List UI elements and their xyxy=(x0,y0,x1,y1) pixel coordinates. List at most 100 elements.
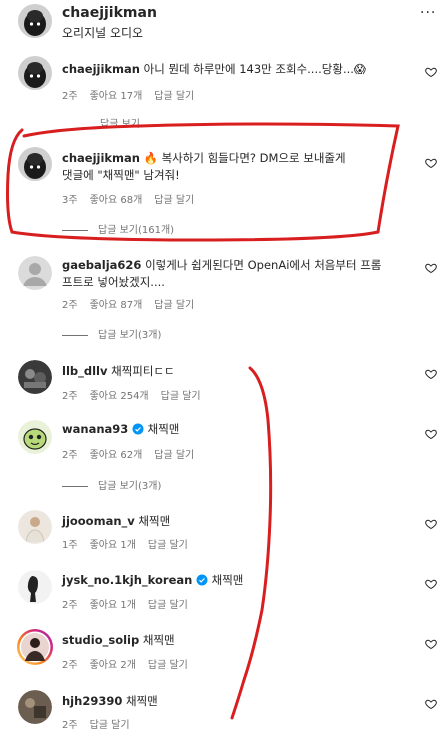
replies-divider xyxy=(62,229,88,231)
comment-age[interactable]: 3주 xyxy=(62,195,78,206)
comment-text: 채찍맨 xyxy=(211,573,244,587)
comment-text-line2: 댓글에 "채찍맨" 남겨줘! xyxy=(62,168,180,182)
comment-likes[interactable]: 좋아요 1개 xyxy=(90,600,136,611)
view-replies-link[interactable]: 답글 보기(161개) xyxy=(62,221,174,236)
reply-button[interactable]: 답글 달기 xyxy=(161,391,201,402)
comment-likes[interactable]: 좋아요 1개 xyxy=(90,540,136,551)
post-header: chaejjikman 오리지널 오디오 ··· xyxy=(0,0,446,48)
comment-likes[interactable]: 좋아요 87개 xyxy=(90,300,143,311)
comment-avatar[interactable] xyxy=(18,56,52,90)
comment-avatar[interactable] xyxy=(18,570,52,604)
comment-meta: 3주 좋아요 68개 답글 달기 xyxy=(62,191,206,206)
like-heart-icon[interactable] xyxy=(425,368,437,380)
reply-button[interactable]: 답글 달기 xyxy=(154,300,194,311)
comment-meta: 2주 좋아요 2개 답글 달기 xyxy=(62,656,200,671)
comment-username[interactable]: jjoooman_v xyxy=(62,514,135,528)
comment-text: 채찍피티ㄷㄷ xyxy=(111,364,175,378)
replies-divider xyxy=(62,334,88,336)
comment-text: 채찍맨 xyxy=(147,422,180,436)
comment-meta: 1주 좋아요 1개 답글 달기 xyxy=(62,536,200,551)
audio-label[interactable]: 오리지널 오디오 xyxy=(62,24,143,41)
comment-avatar[interactable] xyxy=(18,510,52,544)
comment-body: wanana93 채찍맨 xyxy=(62,421,402,438)
reply-button[interactable]: 답글 달기 xyxy=(154,91,194,102)
comment-username[interactable]: wanana93 xyxy=(62,422,128,436)
comment-text: 아니 뭔데 하루만에 143만 조회수....당황...😱 xyxy=(143,62,366,76)
default-avatar-icon[interactable] xyxy=(18,256,52,290)
view-replies-link[interactable]: 답글 보기 xyxy=(100,115,140,130)
comment-text: 채찍맨 xyxy=(138,514,171,528)
like-heart-icon[interactable] xyxy=(425,638,437,650)
reply-button[interactable]: 답글 달기 xyxy=(154,195,194,206)
comment-meta: 2주 좋아요 1개 답글 달기 xyxy=(62,596,200,611)
comment-text-line1: 🔥 복사하기 힘들다면? DM으로 보내줄게 xyxy=(143,151,346,165)
comment-likes[interactable]: 좋아요 68개 xyxy=(90,195,143,206)
comment-username[interactable]: studio_solip xyxy=(62,633,139,647)
comment-age[interactable]: 1주 xyxy=(62,540,78,551)
view-replies-label: 답글 보기(161개) xyxy=(98,225,175,236)
comment-body: llb_dllv 채찍피티ㄷㄷ xyxy=(62,363,402,380)
view-replies-link[interactable]: 답글 보기(3개) xyxy=(62,326,161,341)
comment-age[interactable]: 2주 xyxy=(62,391,78,402)
like-heart-icon[interactable] xyxy=(425,157,437,169)
comment-body: chaejjikman 아니 뭔데 하루만에 143만 조회수....당황...… xyxy=(62,61,402,78)
reply-button[interactable]: 답글 달기 xyxy=(90,720,130,731)
comment-meta: 2주 답글 달기 xyxy=(62,716,142,731)
comment-meta: 2주 좋아요 17개 답글 달기 xyxy=(62,87,206,102)
comment-likes[interactable]: 좋아요 17개 xyxy=(90,91,143,102)
view-replies-label: 답글 보기 xyxy=(100,119,140,130)
comment-text: 채찍맨 xyxy=(125,694,158,708)
story-ring-avatar[interactable] xyxy=(16,628,54,666)
comment-age[interactable]: 2주 xyxy=(62,300,78,311)
like-heart-icon[interactable] xyxy=(425,518,437,530)
comment-avatar[interactable] xyxy=(18,360,52,394)
comment-age[interactable]: 2주 xyxy=(62,91,78,102)
comment-username[interactable]: chaejjikman xyxy=(62,151,140,165)
comment-avatar[interactable] xyxy=(18,147,52,181)
comment-likes[interactable]: 좋아요 62개 xyxy=(90,450,143,461)
comment-meta: 2주 좋아요 254개 답글 달기 xyxy=(62,387,213,402)
profile-avatar[interactable] xyxy=(18,4,52,38)
reply-button[interactable]: 답글 달기 xyxy=(148,600,188,611)
view-replies-label: 답글 보기(3개) xyxy=(98,481,162,492)
comment-body: gaebalja626 이렇게나 쉽게된다면 OpenAi에서 처음부터 프롬 … xyxy=(62,257,402,291)
like-heart-icon[interactable] xyxy=(425,578,437,590)
view-replies-link[interactable]: 답글 보기(3개) xyxy=(62,477,161,492)
like-heart-icon[interactable] xyxy=(425,262,437,274)
comment-meta: 2주 좋아요 87개 답글 달기 xyxy=(62,296,206,311)
comment-username[interactable]: hjh29390 xyxy=(62,694,122,708)
reply-button[interactable]: 답글 달기 xyxy=(148,540,188,551)
comment-likes[interactable]: 좋아요 2개 xyxy=(90,660,136,671)
comment-meta: 2주 좋아요 62개 답글 달기 xyxy=(62,446,206,461)
comment-body: jysk_no.1kjh_korean 채찍맨 xyxy=(62,572,402,589)
verified-badge-icon xyxy=(132,423,144,435)
like-heart-icon[interactable] xyxy=(425,698,437,710)
comment-age[interactable]: 2주 xyxy=(62,660,78,671)
more-options-icon[interactable]: ··· xyxy=(420,5,436,21)
post-author-username[interactable]: chaejjikman xyxy=(62,5,157,21)
replies-divider xyxy=(62,485,88,487)
comment-body: chaejjikman 🔥 복사하기 힘들다면? DM으로 보내줄게 댓글에 "… xyxy=(62,150,402,184)
comment-body: studio_solip 채찍맨 xyxy=(62,632,402,649)
like-heart-icon[interactable] xyxy=(425,428,437,440)
reply-button[interactable]: 답글 달기 xyxy=(148,660,188,671)
comment-text-line2: 프트로 넣어놨겠지.... xyxy=(62,275,165,289)
comment-avatar[interactable] xyxy=(18,690,52,724)
comment-username[interactable]: gaebalja626 xyxy=(62,258,141,272)
comment-age[interactable]: 2주 xyxy=(62,720,78,731)
comment-username[interactable]: chaejjikman xyxy=(62,62,140,76)
comment-username[interactable]: jysk_no.1kjh_korean xyxy=(62,573,192,587)
comment-text: 채찍맨 xyxy=(142,633,175,647)
comment-avatar[interactable] xyxy=(18,420,52,454)
like-heart-icon[interactable] xyxy=(425,66,437,78)
comment-body: jjoooman_v 채찍맨 xyxy=(62,513,402,530)
comment-likes[interactable]: 좋아요 254개 xyxy=(90,391,149,402)
reply-button[interactable]: 답글 달기 xyxy=(154,450,194,461)
comment-age[interactable]: 2주 xyxy=(62,600,78,611)
comment-body: hjh29390 채찍맨 xyxy=(62,693,402,710)
view-replies-label: 답글 보기(3개) xyxy=(98,330,162,341)
comment-text-line1: 이렇게나 쉽게된다면 OpenAi에서 처음부터 프롬 xyxy=(145,258,382,272)
comment-username[interactable]: llb_dllv xyxy=(62,364,107,378)
comment-age[interactable]: 2주 xyxy=(62,450,78,461)
verified-badge-icon xyxy=(196,574,208,586)
